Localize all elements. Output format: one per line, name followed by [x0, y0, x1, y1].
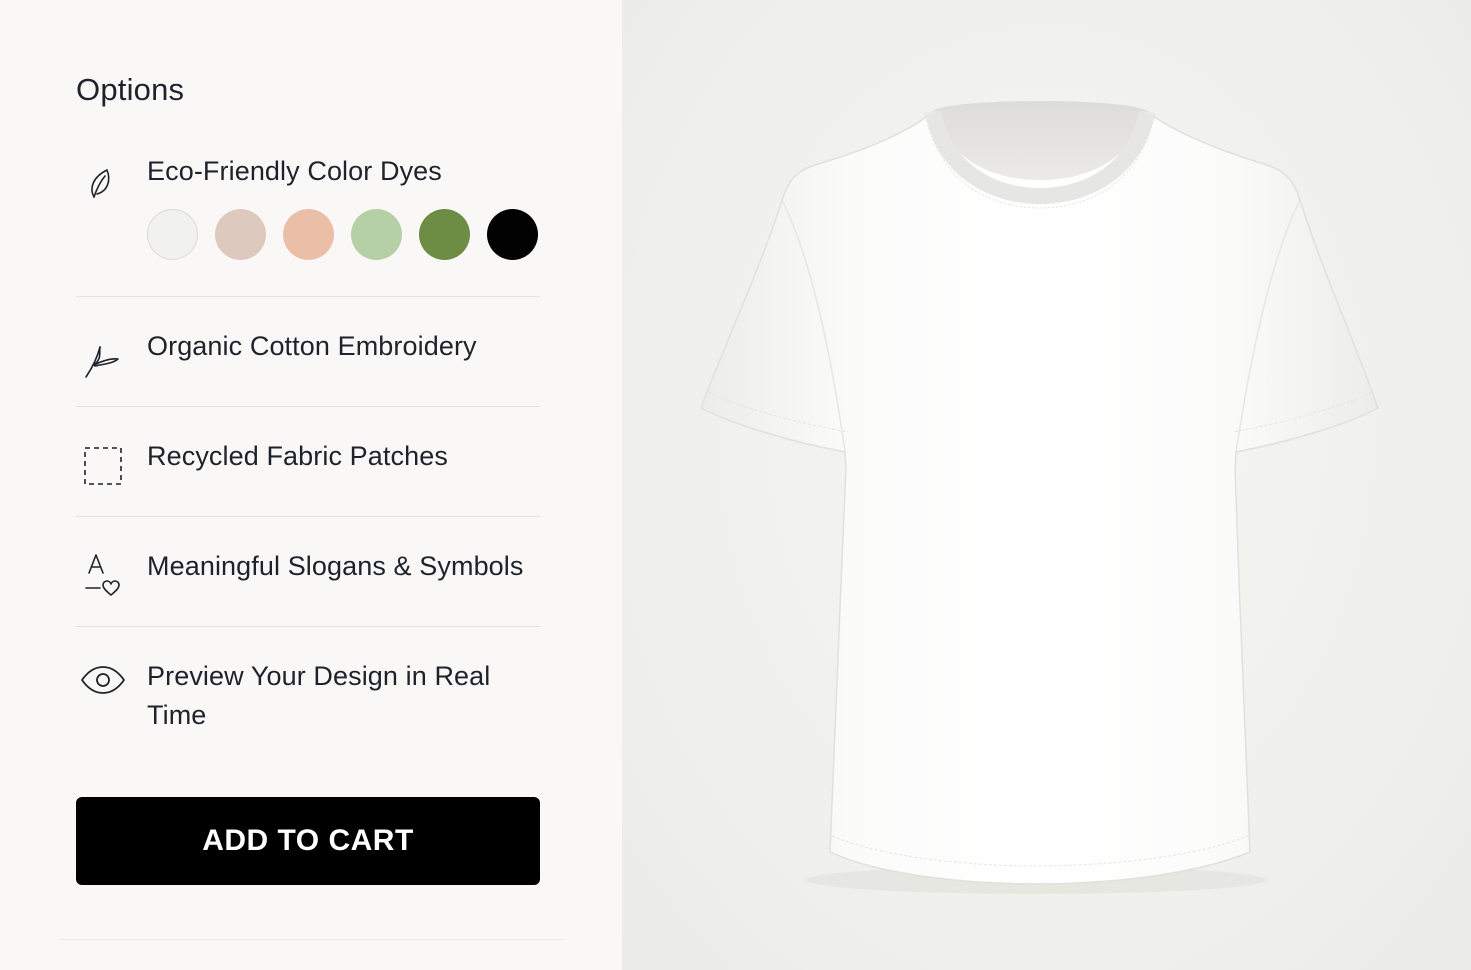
t-shirt-body: [700, 108, 1379, 885]
text-heart-icon: [80, 551, 126, 597]
eye-icon: [80, 657, 126, 703]
divider: [76, 626, 540, 627]
patch-outline-icon: [80, 443, 126, 489]
divider: [76, 406, 540, 407]
option-slogans[interactable]: Meaningful Slogans & Symbols: [76, 547, 540, 607]
option-fabric-patches[interactable]: Recycled Fabric Patches: [76, 437, 540, 497]
t-shirt-preview: [700, 101, 1379, 894]
color-swatch-olive[interactable]: [419, 209, 470, 260]
option-embroidery[interactable]: Organic Cotton Embroidery: [76, 327, 540, 387]
design-preview: [622, 0, 1471, 970]
option-label: Preview Your Design in Real Time: [147, 661, 491, 730]
divider: [58, 939, 562, 940]
add-to-cart-button[interactable]: ADD TO CART: [76, 797, 540, 885]
option-realtime-preview[interactable]: Preview Your Design in Real Time: [76, 657, 540, 739]
product-customizer: Options Eco-Friendly Color Dyes Organic …: [0, 0, 1471, 970]
option-label: Meaningful Slogans & Symbols: [147, 551, 524, 581]
options-title: Options: [76, 72, 185, 107]
options-panel: Options Eco-Friendly Color Dyes Organic …: [0, 0, 622, 970]
embroidery-needle-icon: [80, 335, 126, 381]
color-swatch-black[interactable]: [487, 209, 538, 260]
divider: [76, 296, 540, 297]
color-swatch-white[interactable]: [147, 209, 198, 260]
leaf-icon: [80, 160, 126, 206]
color-swatch-peach[interactable]: [283, 209, 334, 260]
option-label: Recycled Fabric Patches: [147, 441, 448, 471]
option-label: Eco-Friendly Color Dyes: [147, 156, 442, 186]
color-swatch-beige[interactable]: [215, 209, 266, 260]
color-swatch-sage[interactable]: [351, 209, 402, 260]
color-swatch-group: [147, 209, 538, 260]
divider: [76, 516, 540, 517]
option-label: Organic Cotton Embroidery: [147, 331, 477, 361]
